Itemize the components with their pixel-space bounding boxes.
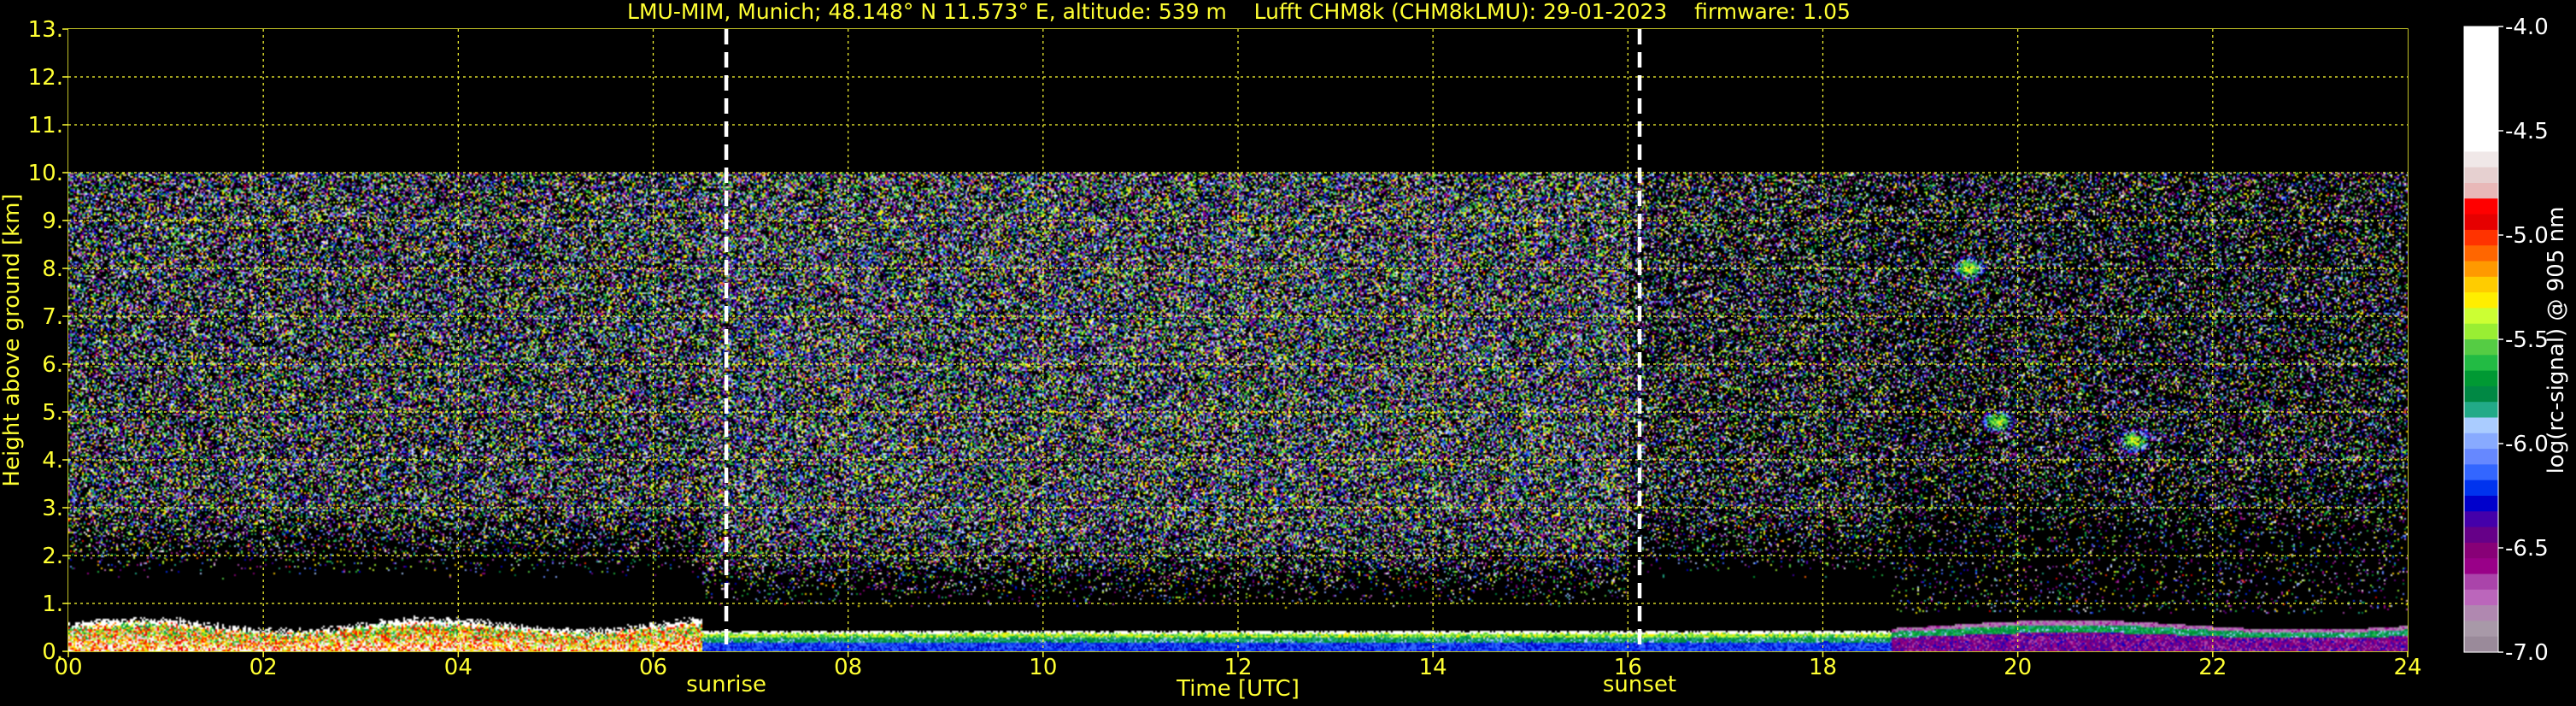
- x-axis-label: Time [UTC]: [1176, 676, 1300, 702]
- colorbar-tick-label: -6.5: [2505, 536, 2549, 562]
- colorbar-tick-label: -5.5: [2505, 327, 2549, 353]
- colorbar-swatch: [2464, 496, 2498, 512]
- colorbar-swatch: [2464, 276, 2498, 293]
- colorbar-swatch: [2464, 574, 2498, 591]
- colorbar-swatch: [2464, 542, 2498, 559]
- colorbar-swatch: [2464, 417, 2498, 434]
- x-tick-label: 10: [1029, 655, 1057, 680]
- y-tick-label: 4.: [42, 448, 63, 474]
- colorbar-swatch: [2464, 57, 2498, 74]
- colorbar-swatch: [2464, 621, 2498, 638]
- x-tick-label: 22: [2198, 655, 2227, 680]
- colorbar-swatch: [2464, 73, 2498, 90]
- colorbar-swatch: [2464, 479, 2498, 497]
- y-tick-label: 6.: [42, 352, 63, 378]
- y-tick-label: 3.: [42, 496, 63, 521]
- y-axis-label: Height above ground [km]: [0, 193, 25, 486]
- colorbar-swatch: [2464, 449, 2498, 465]
- y-tick-label: 1.: [42, 591, 63, 617]
- colorbar-swatch: [2464, 183, 2498, 199]
- colorbar-swatch: [2464, 402, 2498, 419]
- colorbar-swatch: [2464, 120, 2498, 137]
- x-tick-label: 06: [639, 655, 667, 680]
- colorbar-swatch: [2464, 292, 2498, 309]
- plot-area: sunrise sunset: [67, 28, 2409, 697]
- colorbar-tick-label: -4.5: [2505, 119, 2549, 144]
- colorbar-swatch: [2464, 323, 2498, 340]
- colorbar-swatch: [2464, 636, 2498, 653]
- colorbar-swatch: [2464, 89, 2498, 106]
- x-tick-label: 16: [1614, 655, 1642, 680]
- ceilometer-chart: LMU-MIM, Munich; 48.148° N 11.573° E, al…: [0, 0, 2576, 706]
- colorbar-swatch: [2464, 214, 2498, 231]
- x-tick-label: 24: [2393, 655, 2421, 680]
- y-tick-label: 8.: [42, 256, 63, 282]
- colorbar-tick-label: -6.0: [2505, 432, 2549, 457]
- y-tick-label: 12.: [28, 65, 63, 91]
- colorbar-swatch: [2464, 151, 2498, 168]
- colorbar-swatch: [2464, 605, 2498, 621]
- colorbar-swatch: [2464, 308, 2498, 325]
- colorbar-swatch: [2464, 589, 2498, 606]
- colorbar-swatch: [2464, 261, 2498, 278]
- x-tick-label: 04: [444, 655, 472, 680]
- y-tick-label: 2.: [42, 544, 63, 569]
- y-tick-label: 5.: [42, 400, 63, 426]
- colorbar-swatch: [2464, 339, 2498, 356]
- colorbar-tick-label: -5.0: [2505, 223, 2549, 249]
- colorbar-swatch: [2464, 432, 2498, 450]
- colorbar-swatch: [2464, 198, 2498, 215]
- y-tick-label: 7.: [42, 304, 63, 330]
- colorbar-swatch: [2464, 355, 2498, 372]
- colorbar-swatch: [2464, 370, 2498, 387]
- colorbar-swatch: [2464, 229, 2498, 246]
- y-tick-label: 9.: [42, 209, 63, 234]
- colorbar-swatch: [2464, 527, 2498, 544]
- colorbar-swatch: [2464, 136, 2498, 152]
- colorbar-swatch: [2464, 558, 2498, 575]
- y-tick-label: 13.: [28, 17, 63, 43]
- colorbar-swatch: [2464, 245, 2498, 262]
- x-tick-label: 08: [834, 655, 862, 680]
- colorbar-swatch: [2464, 464, 2498, 481]
- x-tick-label: 00: [54, 655, 82, 680]
- colorbar-tick-label: -4.0: [2505, 15, 2549, 40]
- x-tick-label: 02: [249, 655, 278, 680]
- colorbar-swatch: [2464, 42, 2498, 59]
- x-tick-label: 20: [2004, 655, 2032, 680]
- marker-label-sunrise: sunrise: [686, 672, 766, 697]
- colorbar-swatch: [2464, 511, 2498, 528]
- x-tick-label: 18: [1809, 655, 1837, 680]
- y-tick-label: 11.: [28, 113, 63, 138]
- colorbar-swatch: [2464, 104, 2498, 121]
- chart-title: LMU-MIM, Munich; 48.148° N 11.573° E, al…: [627, 0, 1851, 24]
- colorbar-swatch: [2464, 167, 2498, 184]
- x-tick-label: 14: [1419, 655, 1447, 680]
- colorbar-swatch: [2464, 385, 2498, 403]
- colorbar-label: log(rc-signal) @ 905 nm: [2544, 207, 2569, 474]
- colorbar-tick-label: -7.0: [2505, 640, 2549, 666]
- y-tick-label: 10.: [28, 161, 63, 186]
- colorbar-swatch: [2464, 26, 2498, 43]
